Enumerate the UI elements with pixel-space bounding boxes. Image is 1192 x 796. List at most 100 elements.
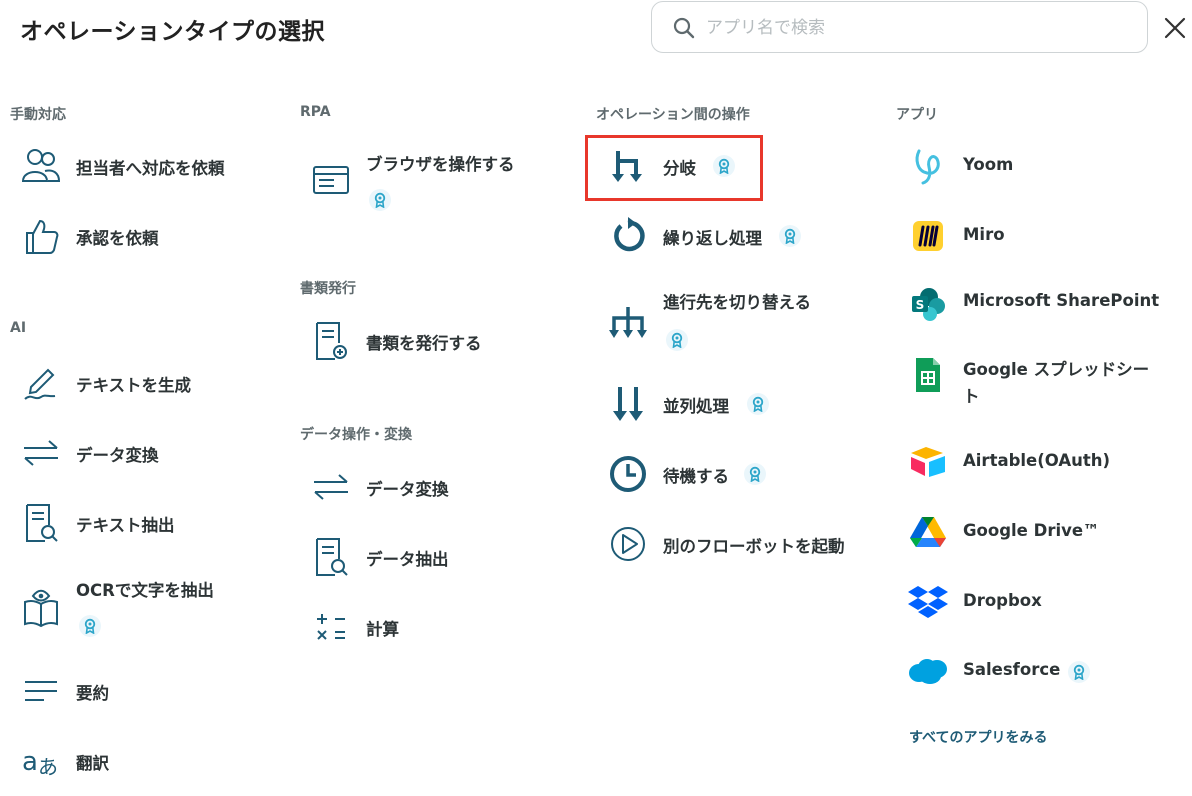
section-title-manual: 手動対応 [10,107,66,123]
operation-ai-data-convert[interactable]: データ変換 [21,433,221,473]
operation-launch-flowbot[interactable]: 別のフローボットを起動 [608,524,868,564]
app-search-box[interactable] [651,1,1148,53]
page-title: オペレーションタイプの選択 [20,19,326,45]
dropbox-logo-icon [908,582,948,622]
clock-icon [608,454,648,494]
app-label: Dropbox [963,591,1042,610]
operation-extract-text[interactable]: テキスト抽出 [21,503,221,543]
thumbs-up-icon [21,216,61,256]
operation-label: データ抽出 [366,550,449,569]
operation-label: 待機する [663,467,729,486]
book-eye-icon [21,588,61,628]
loop-icon [608,216,648,256]
section-title-data: データ操作・変換 [300,427,412,443]
calculator-icon [311,607,351,647]
close-icon[interactable] [1162,15,1188,41]
branch-icon [608,146,648,186]
operation-label: 並列処理 [663,397,729,416]
app-airtable[interactable]: Airtable(OAuth) [908,442,1168,482]
operation-request-approval[interactable]: 承認を依頼 [21,216,221,256]
operation-label: データ変換 [366,480,449,499]
section-title-docs: 書類発行 [300,281,356,297]
operation-issue-document[interactable]: 書類を発行する [311,321,531,361]
section-title-ops: オペレーション間の操作 [596,107,750,123]
app-google-sheets[interactable]: Google スプレッドシート [908,355,1168,415]
operation-label: 書類を発行する [366,334,482,353]
operation-parallel[interactable]: 並列処理 [608,384,808,424]
app-label: Google スプレッドシート [963,360,1150,406]
app-label: Miro [963,225,1005,244]
yoom-logo-icon [908,146,948,186]
operation-label: 承認を依頼 [76,229,159,248]
airtable-logo-icon [908,442,948,482]
operation-loop[interactable]: 繰り返し処理 [608,216,828,256]
document-add-icon [311,321,351,361]
app-miro[interactable]: Miro [908,216,1108,256]
operation-label: 計算 [366,620,399,639]
operation-label: 翻訳 [76,754,109,773]
svg-text:あ: あ [38,755,58,778]
document-search-icon [21,503,61,543]
app-sharepoint[interactable]: S Microsoft SharePoint [908,284,1168,324]
search-input[interactable] [704,12,1128,44]
operation-label: 繰り返し処理 [663,229,762,248]
operation-label: ブラウザを操作する [366,155,515,174]
operation-label: 担当者へ対応を依頼 [76,159,225,178]
app-yoom[interactable]: Yoom [908,146,1108,186]
app-salesforce[interactable]: Salesforce [908,651,1108,691]
premium-badge-icon [779,225,801,247]
app-google-drive[interactable]: Google Drive™ [908,512,1168,552]
app-label: Salesforce [963,660,1061,679]
svg-text:a: a [22,747,38,777]
operation-browser[interactable]: ブラウザを操作する [311,148,541,212]
operation-data-convert[interactable]: データ変換 [311,467,511,507]
salesforce-logo-icon [908,651,948,691]
search-icon [673,17,695,39]
lines-icon [21,671,61,711]
play-circle-icon [608,524,648,564]
operation-label: 要約 [76,684,109,703]
operation-summarize[interactable]: 要約 [21,671,221,711]
translate-icon: aあ [21,741,61,781]
miro-logo-icon [908,216,948,256]
operation-switch-path[interactable]: 進行先を切り替える [608,283,848,353]
operation-ocr[interactable]: OCRで文字を抽出 [21,568,241,640]
svg-text:S: S [916,298,925,312]
app-label: Yoom [963,155,1014,174]
operation-branch[interactable]: 分岐 [608,146,758,186]
parallel-arrows-icon [608,384,648,424]
see-all-apps-link[interactable]: すべてのアプリをみる [909,727,1047,747]
section-title-ai: AI [10,320,27,336]
operation-translate[interactable]: aあ 翻訳 [21,741,221,781]
operation-label: 進行先を切り替える [663,293,812,312]
google-drive-logo-icon [908,512,948,552]
operation-label: 別のフローボットを起動 [663,537,845,556]
premium-badge-icon [1068,661,1090,683]
operation-label: 分岐 [663,159,696,178]
operation-wait[interactable]: 待機する [608,454,808,494]
sharepoint-logo-icon: S [908,284,948,324]
premium-badge-icon [79,615,101,637]
section-title-rpa: RPA [300,104,331,120]
pen-icon [21,363,61,403]
operation-generate-text[interactable]: テキストを生成 [21,363,221,403]
google-sheets-logo-icon [908,355,948,395]
operation-assign-person[interactable]: 担当者へ対応を依頼 [21,146,271,186]
premium-badge-icon [666,329,688,351]
multi-branch-icon [608,303,648,343]
operation-data-extract[interactable]: データ抽出 [311,537,511,577]
swap-arrows-icon [21,433,61,473]
document-search-icon [311,537,351,577]
app-label: Airtable(OAuth) [963,451,1111,470]
operation-label: データ変換 [76,446,159,465]
premium-badge-icon [713,155,735,177]
operation-calculate[interactable]: 計算 [311,607,511,647]
operation-label: OCRで文字を抽出 [76,581,214,600]
swap-arrows-icon [311,467,351,507]
operation-label: テキスト抽出 [76,516,175,535]
premium-badge-icon [747,393,769,415]
operation-label: テキストを生成 [76,376,192,395]
app-dropbox[interactable]: Dropbox [908,582,1168,622]
people-icon [21,146,61,186]
premium-badge-icon [744,463,766,485]
